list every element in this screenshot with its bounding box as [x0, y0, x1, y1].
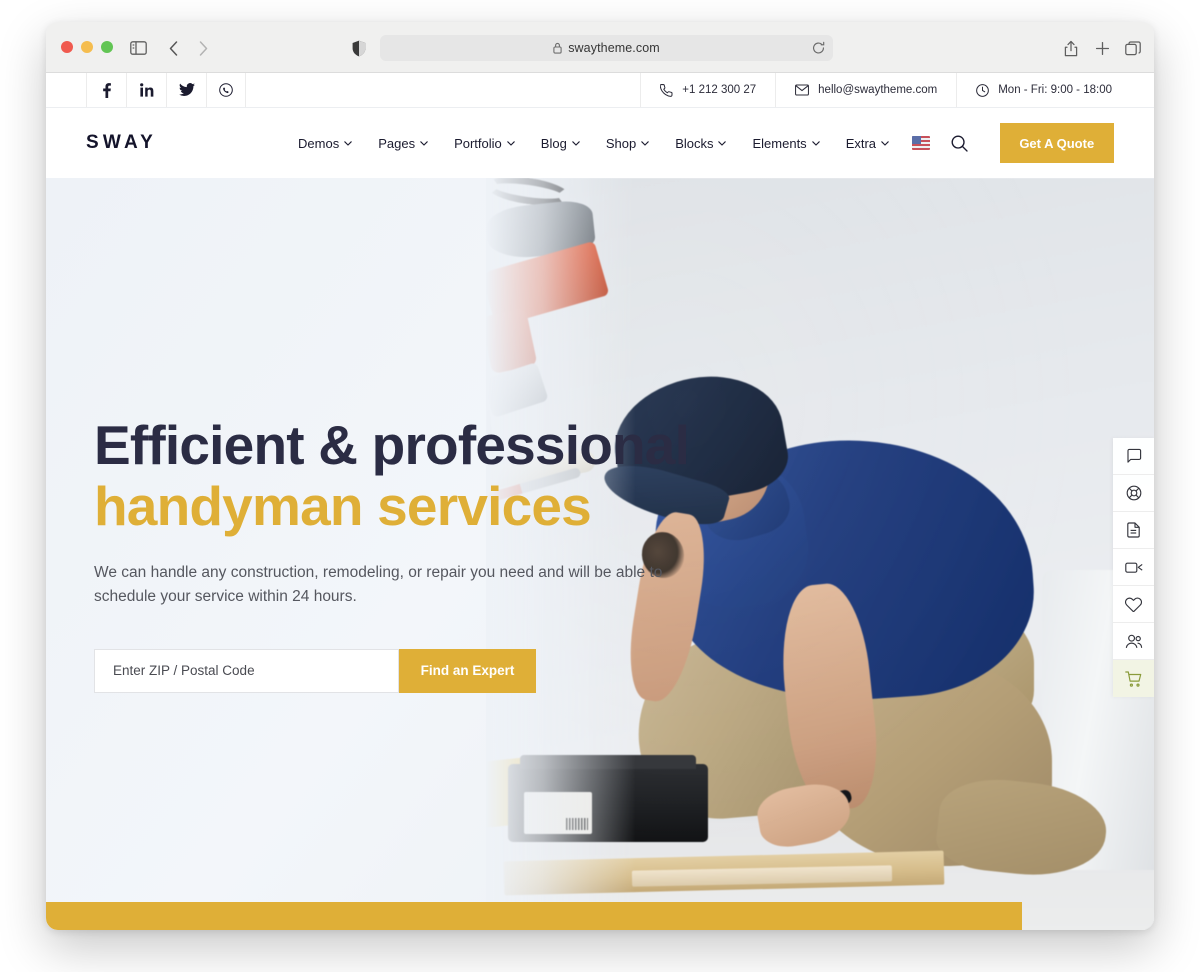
hours-info: Mon - Fri: 9:00 - 18:00 [956, 73, 1154, 107]
nav-label: Blocks [675, 135, 714, 151]
privacy-shield-icon[interactable] [348, 37, 370, 59]
chevron-down-icon [420, 140, 428, 146]
business-hours: Mon - Fri: 9:00 - 18:00 [998, 84, 1112, 96]
chevron-down-icon [344, 140, 352, 146]
side-icon-rail [1113, 438, 1154, 697]
nav-item-shop[interactable]: Shop [606, 136, 649, 151]
social-links [86, 73, 246, 107]
nav-item-blog[interactable]: Blog [541, 136, 580, 151]
find-an-expert-button[interactable]: Find an Expert [399, 648, 536, 693]
rail-chat-icon[interactable] [1113, 438, 1154, 475]
facebook-icon[interactable] [86, 73, 126, 107]
hero-content: Efficient & professional handyman servic… [94, 178, 714, 930]
tabs-overview-icon[interactable] [1122, 37, 1144, 59]
chevron-down-icon [572, 140, 580, 146]
hero-bottom-accent-bar [46, 902, 1022, 930]
browser-window: swaytheme.com +1 212 300 27 hello@swayth… [46, 22, 1154, 930]
nav-item-extra[interactable]: Extra [846, 136, 889, 151]
chevron-down-icon [718, 140, 727, 146]
nav-label: Extra [845, 135, 877, 151]
site-logo[interactable]: SWAY [86, 132, 157, 154]
envelope-icon [795, 84, 810, 96]
nav-label: Blog [540, 135, 567, 151]
browser-titlebar: swaytheme.com [46, 22, 1154, 73]
phone-number: +1 212 300 27 [682, 84, 757, 96]
nav-label: Demos [298, 135, 340, 151]
get-a-quote-button[interactable]: Get A Quote [999, 123, 1114, 163]
maximize-window-button[interactable] [101, 41, 113, 53]
phone-icon [660, 83, 673, 97]
nav-label: Portfolio [454, 135, 502, 151]
chevron-down-icon [881, 140, 889, 146]
hero-title-line1: Efficient & professional [94, 414, 690, 477]
phone-info[interactable]: +1 212 300 27 [640, 73, 775, 107]
window-controls [61, 41, 113, 53]
rail-users-icon[interactable] [1113, 623, 1154, 660]
email-info[interactable]: hello@swaytheme.com [775, 73, 956, 107]
share-icon[interactable] [1060, 37, 1082, 59]
nav-label: Elements [752, 135, 807, 151]
rail-heart-icon[interactable] [1113, 586, 1154, 623]
new-tab-icon[interactable] [1091, 37, 1113, 59]
hero-subtitle: We can handle any construction, remodeli… [94, 563, 663, 605]
browser-forward-button[interactable] [192, 37, 214, 59]
email-address: hello@swaytheme.com [818, 84, 938, 96]
page-viewport: +1 212 300 27 hello@swaytheme.com Mon - … [46, 73, 1154, 930]
rail-shopping-cart-icon[interactable] [1113, 660, 1154, 697]
zip-input[interactable] [94, 648, 399, 693]
address-bar-url: swaytheme.com [568, 41, 660, 55]
reload-icon[interactable] [812, 41, 825, 55]
contact-info-group: +1 212 300 27 hello@swaytheme.com Mon - … [640, 73, 1154, 107]
nav-label: Shop [605, 135, 637, 151]
top-info-bar: +1 212 300 27 hello@swaytheme.com Mon - … [46, 73, 1154, 108]
us-flag-icon[interactable] [912, 136, 930, 150]
nav-item-blocks[interactable]: Blocks [675, 135, 727, 151]
chevron-down-icon [641, 140, 649, 146]
main-navbar: SWAY Demos Pages Portfolio Blog Shop Blo… [46, 108, 1154, 178]
nav-item-elements[interactable]: Elements [752, 135, 820, 151]
search-icon[interactable] [951, 135, 968, 152]
nav-item-pages[interactable]: Pages [378, 136, 428, 151]
rail-document-icon[interactable] [1113, 512, 1154, 549]
chevron-down-icon [507, 140, 515, 146]
twitter-icon[interactable] [166, 73, 206, 107]
address-bar[interactable]: swaytheme.com [380, 35, 833, 61]
lock-icon [553, 42, 562, 54]
hero-title: Efficient & professional handyman servic… [94, 415, 714, 537]
close-window-button[interactable] [61, 41, 73, 53]
browser-back-button[interactable] [162, 37, 184, 59]
chevron-down-icon [811, 140, 820, 146]
minimize-window-button[interactable] [81, 41, 93, 53]
nav-item-portfolio[interactable]: Portfolio [454, 136, 515, 151]
hero-section: Efficient & professional handyman servic… [46, 178, 1154, 930]
rail-lifebuoy-support-icon[interactable] [1113, 475, 1154, 512]
primary-navigation: Demos Pages Portfolio Blog Shop Blocks E… [298, 136, 889, 151]
whatsapp-icon[interactable] [206, 73, 246, 107]
zip-search-form: Find an Expert [94, 648, 714, 693]
nav-label: Pages [378, 135, 416, 151]
nav-item-demos[interactable]: Demos [298, 136, 352, 151]
linkedin-icon[interactable] [126, 73, 166, 107]
sidebar-toggle-icon[interactable] [127, 37, 149, 59]
clock-icon [976, 83, 990, 97]
hero-title-line2: handyman services [94, 475, 592, 538]
rail-video-camera-icon[interactable] [1113, 549, 1154, 586]
